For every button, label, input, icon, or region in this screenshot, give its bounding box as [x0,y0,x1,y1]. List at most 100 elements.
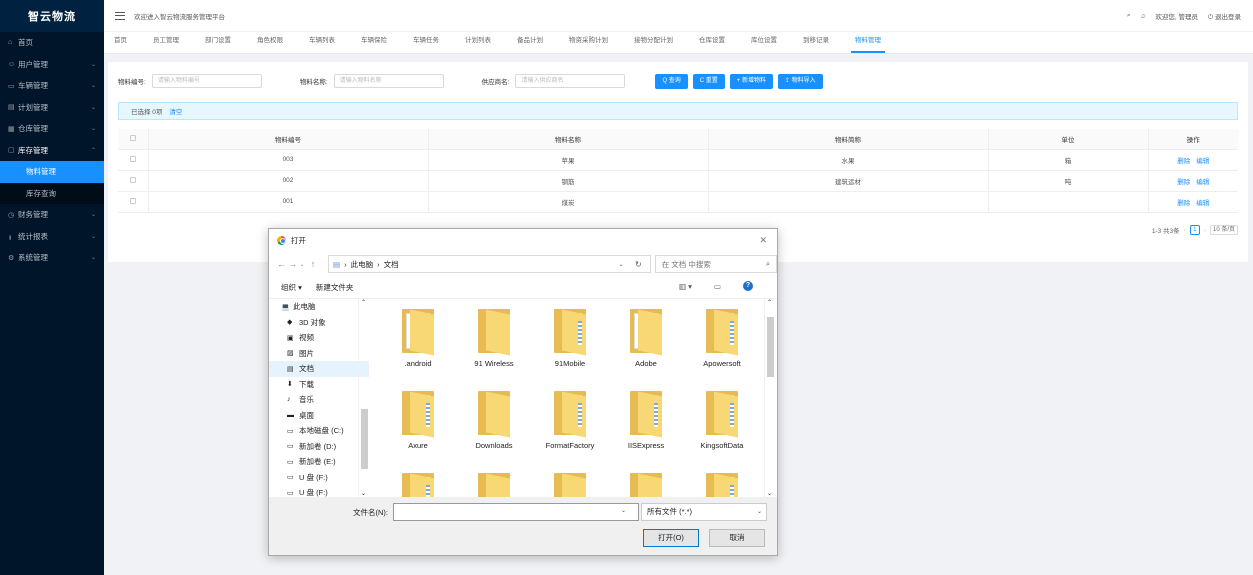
row-checkbox[interactable] [129,155,136,162]
row-checkbox[interactable] [129,197,136,204]
reset-button[interactable]: C 重置 [692,73,725,89]
path-segment-documents[interactable]: 文档 [384,259,399,270]
recent-dropdown-icon[interactable]: ⌄ [300,261,311,268]
sidebar-item[interactable]: ⌂ 首页 [0,32,104,54]
folder-item[interactable]: 91Mobile [539,309,601,368]
tab[interactable]: 库位设置 [751,31,777,53]
folder-item[interactable]: 91 Wireless [463,309,525,368]
tree-item[interactable]: ▭ U 盘 (F:) [269,470,369,486]
search-icon[interactable]: ⌕ [1127,12,1131,20]
page-1[interactable]: 1 [1189,225,1200,235]
sidebar-item[interactable]: ⚙ 系统管理 ⌄ [0,247,104,269]
sidebar-item[interactable]: ☺ 用户管理 ⌄ [0,54,104,76]
back-arrow-icon[interactable]: ← [277,259,288,269]
folder-item[interactable]: .android [387,309,449,368]
sidebar-item[interactable]: ▤ 计划管理 ⌄ [0,97,104,119]
edit-link[interactable]: 编辑 [1196,200,1209,207]
row-select-cell[interactable] [118,149,149,171]
sidebar-item[interactable]: ▦ 仓库管理 ⌄ [0,118,104,140]
tab[interactable]: 员工管理 [153,31,179,53]
bell-icon[interactable]: ♫ [1141,13,1146,20]
tree-item[interactable]: ▭ 新加卷 (E:) [269,454,369,470]
scroll-up-icon[interactable]: ⌃ [767,299,772,306]
folder-item[interactable] [539,473,601,497]
page-size-select[interactable]: 10 条/页 [1209,225,1238,235]
view-options-icon[interactable]: ▥ ▾ [679,282,692,291]
delete-link[interactable]: 删除 [1177,200,1190,207]
help-icon[interactable]: ? [743,281,753,291]
sidebar-item[interactable]: ╻ 统计报表 ⌄ [0,226,104,248]
delete-link[interactable]: 删除 [1177,158,1190,165]
tree-item[interactable]: ◆ 3D 对象 [269,315,369,331]
preview-pane-icon[interactable]: ▭ [714,282,721,291]
sidebar-item[interactable]: ▢ 库存管理 ⌃ [0,140,104,162]
select-all-header[interactable] [118,129,149,150]
code-input[interactable]: 请输入物料编号 [151,74,262,88]
tab[interactable]: 仓库设置 [699,31,725,53]
grid-scrollbar[interactable]: ⌃ ⌄ [764,299,775,497]
folder-item[interactable]: KingsoftData [691,391,753,450]
folder-item[interactable] [463,473,525,497]
address-bar[interactable]: ▤ › 此电脑 › 文档 ⌄ ↻ [328,255,651,273]
tab[interactable]: 物资采购计划 [569,31,608,53]
tree-item[interactable]: ▭ 本地磁盘 (C:) [269,423,369,439]
row-checkbox[interactable] [129,176,136,183]
forward-arrow-icon[interactable]: → [288,259,299,269]
organize-button[interactable]: 组织 ▾ [281,282,302,293]
folder-item[interactable]: Apowersoft [691,309,753,368]
tree-item[interactable]: ▤ 文档 [269,361,369,377]
scroll-down-icon[interactable]: ⌄ [361,490,366,497]
tree-item[interactable]: 💻 此电脑 [269,299,369,315]
tab[interactable]: 到移记录 [803,31,829,53]
tree-item[interactable]: ▣ 视频 [269,330,369,346]
add-material-button[interactable]: + 新增物料 [729,73,773,89]
sidebar-subitem[interactable]: 物料管理 [0,161,104,183]
prev-page-icon[interactable]: ‹ [1184,227,1186,234]
new-folder-button[interactable]: 新建文件夹 [316,282,354,293]
query-button[interactable]: Q 查询 [655,73,688,89]
folder-item[interactable]: Axure [387,391,449,450]
import-material-button[interactable]: ⇪ 物料导入 [777,73,823,89]
scroll-down-icon[interactable]: ⌄ [767,490,772,497]
path-dropdown-icon[interactable]: ⌄ [619,261,624,268]
refresh-icon[interactable]: ↻ [635,260,642,269]
filename-dropdown-icon[interactable]: ⌄ [621,507,626,514]
folder-item[interactable] [691,473,753,497]
user-text[interactable]: 欢迎您, 管理员 [1155,11,1198,21]
filetype-select[interactable]: 所有文件 (*.*) ⌄ [641,503,767,521]
tab[interactable]: 角色权限 [257,31,283,53]
tab[interactable]: 车辆任务 [413,31,439,53]
close-icon[interactable]: ✕ [759,235,767,246]
folder-item[interactable]: FormatFactory [539,391,601,450]
next-page-icon[interactable]: › [1204,227,1206,234]
folder-item[interactable] [387,473,449,497]
select-all-checkbox[interactable] [129,134,136,141]
row-select-cell[interactable] [118,170,149,192]
grid-scroll-thumb[interactable] [767,317,774,377]
tree-scrollbar[interactable]: ⌃ ⌄ [358,299,369,497]
delete-link[interactable]: 删除 [1177,179,1190,186]
path-segment-pc[interactable]: 此电脑 [351,259,374,270]
logout-button[interactable]: ⏻ 退出登录 [1208,11,1241,22]
filename-input[interactable] [393,503,639,521]
tree-item[interactable]: ▭ 新加卷 (D:) [269,439,369,455]
name-input[interactable]: 请输入物料名称 [333,74,444,88]
folder-item[interactable]: IISExpress [615,391,677,450]
tab[interactable]: 首页 [114,31,127,53]
tab[interactable]: 车辆列表 [309,31,335,53]
edit-link[interactable]: 编辑 [1196,158,1209,165]
dialog-search-input[interactable]: 在 文档 中搜索 ⌕ [654,255,778,273]
sidebar-subitem[interactable]: 库存查询 [0,183,104,205]
edit-link[interactable]: 编辑 [1196,179,1209,186]
supplier-input[interactable]: 请输入供应商名 [515,74,626,88]
menu-toggle-icon[interactable] [115,11,125,20]
tree-item[interactable]: ▨ 图片 [269,346,369,362]
tab[interactable]: 部门设置 [205,31,231,53]
tree-item[interactable]: ⬇ 下载 [269,377,369,393]
tree-scroll-thumb[interactable] [361,409,368,469]
folder-item[interactable]: Adobe [615,309,677,368]
sidebar-item[interactable]: ◷ 财务管理 ⌄ [0,204,104,226]
sidebar-item[interactable]: ▭ 车辆管理 ⌄ [0,75,104,97]
scroll-up-icon[interactable]: ⌃ [361,299,366,306]
tab[interactable]: 物料管理 [851,31,885,53]
